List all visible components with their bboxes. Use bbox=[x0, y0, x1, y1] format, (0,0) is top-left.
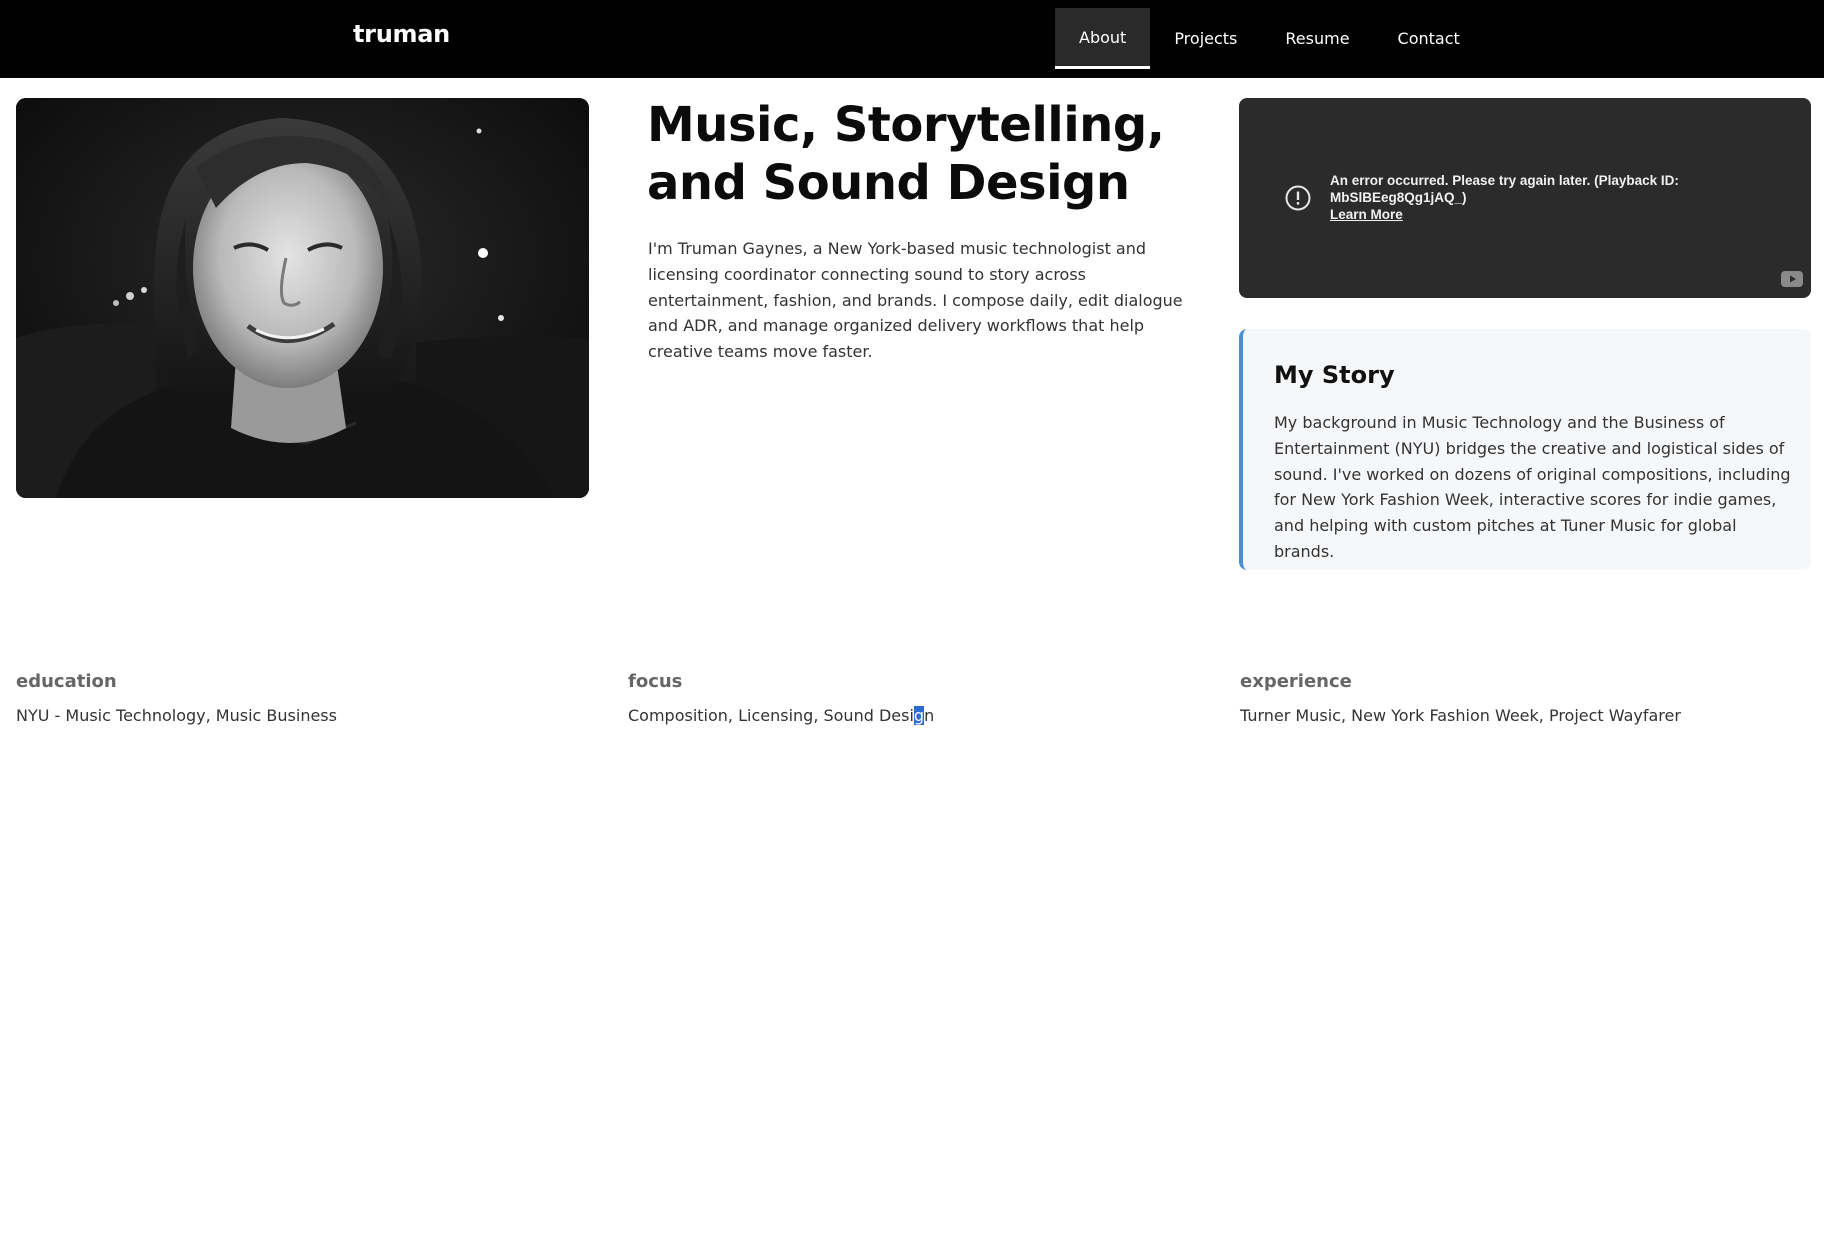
hero-title-line-2: and Sound Design bbox=[647, 155, 1130, 211]
focus-value-text: Composition, Licensing, Sound Desi bbox=[628, 706, 914, 725]
story-text: My background in Music Technology and th… bbox=[1274, 413, 1791, 561]
focus-value: Composition, Licensing, Sound Design bbox=[628, 706, 934, 725]
portrait-photo bbox=[16, 98, 589, 498]
education-label: education bbox=[16, 671, 117, 692]
nav-link-resume[interactable]: Resume bbox=[1261, 8, 1373, 69]
video-embed[interactable]: An error occurred. Please try again late… bbox=[1239, 98, 1811, 298]
video-error-text: An error occurred. Please try again late… bbox=[1330, 173, 1679, 205]
my-story-card: My Story My background in Music Technolo… bbox=[1239, 329, 1811, 570]
nav-link-contact[interactable]: Contact bbox=[1374, 8, 1484, 69]
experience-column: experience Turner Music, New York Fashio… bbox=[1240, 671, 1681, 725]
focus-label: focus bbox=[628, 671, 683, 692]
portrait-image bbox=[16, 98, 589, 498]
education-column: education NYU - Music Technology, Music … bbox=[16, 671, 337, 725]
focus-column: focus Composition, Licensing, Sound Desi… bbox=[628, 671, 934, 725]
nav-link-about[interactable]: About bbox=[1055, 8, 1151, 69]
video-error-message: An error occurred. Please try again late… bbox=[1330, 172, 1730, 223]
youtube-icon[interactable] bbox=[1781, 271, 1803, 287]
nav-links: About Projects Resume Contact bbox=[1055, 8, 1484, 69]
brand-logo[interactable]: truman bbox=[353, 20, 450, 48]
experience-value: Turner Music, New York Fashion Week, Pro… bbox=[1240, 706, 1681, 725]
experience-label: experience bbox=[1240, 671, 1352, 692]
hero-title: Music, Storytelling, and Sound Design bbox=[647, 96, 1207, 212]
nav-link-projects[interactable]: Projects bbox=[1150, 8, 1261, 69]
education-value: NYU - Music Technology, Music Business bbox=[16, 706, 337, 725]
error-circle-icon bbox=[1285, 185, 1311, 211]
hero-intro: I'm Truman Gaynes, a New York-based musi… bbox=[648, 239, 1183, 362]
learn-more-link[interactable]: Learn More bbox=[1330, 206, 1730, 223]
text-selection: g bbox=[913, 706, 925, 725]
story-title: My Story bbox=[1274, 361, 1395, 389]
top-navbar: truman About Projects Resume Contact bbox=[0, 0, 1824, 78]
focus-value-tail: n bbox=[924, 706, 935, 725]
hero-title-line-1: Music, Storytelling, bbox=[647, 97, 1165, 153]
